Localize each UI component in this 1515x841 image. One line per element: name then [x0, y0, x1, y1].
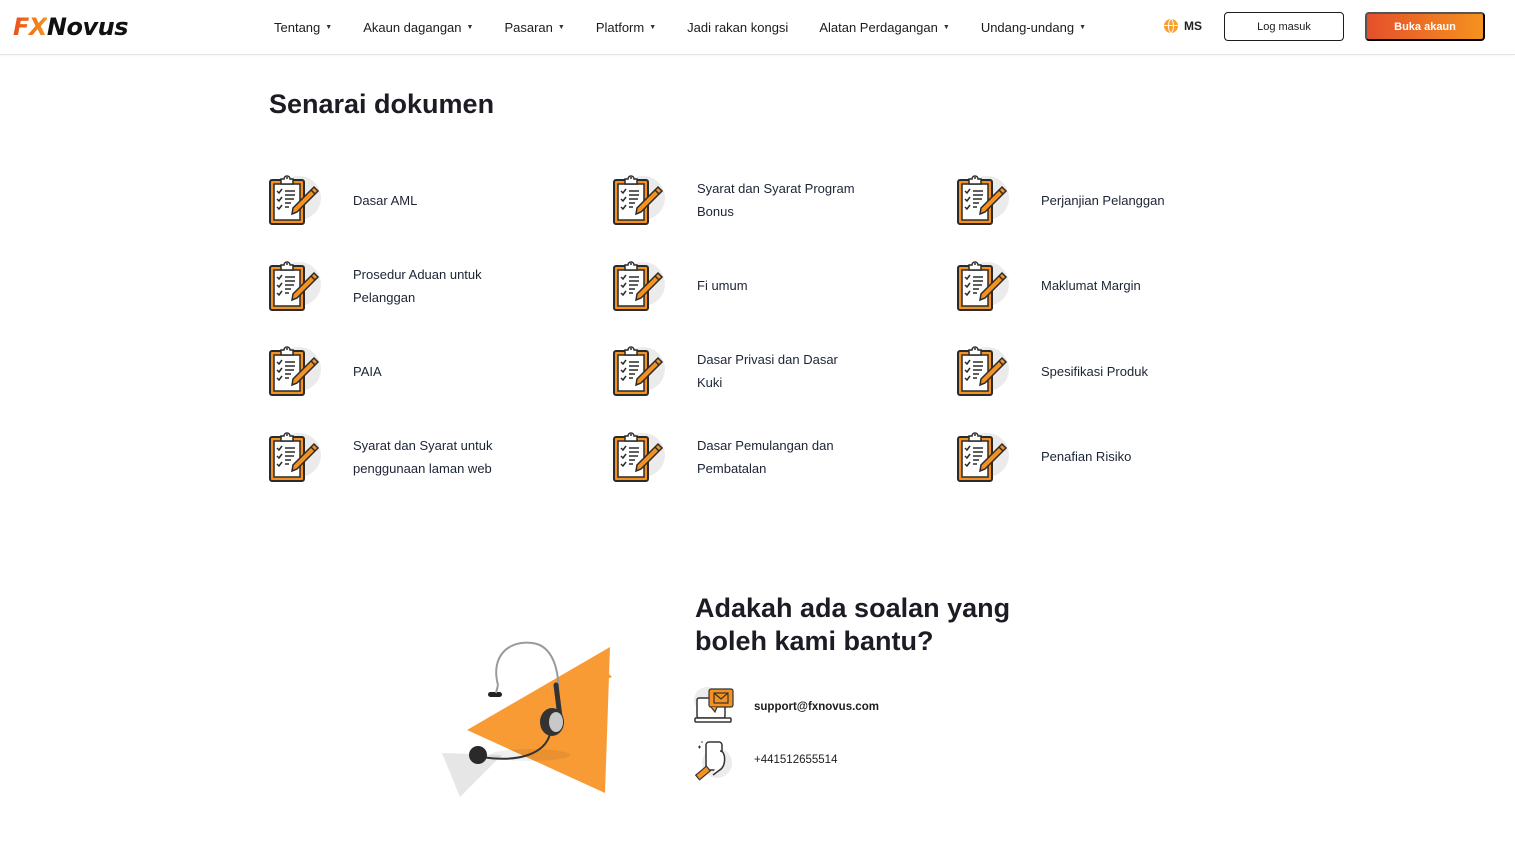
document-link[interactable]: PAIA: [267, 336, 611, 406]
clipboard-checklist-icon: [611, 258, 667, 314]
caret-down-icon: ▼: [1079, 24, 1086, 31]
nav-item-pasaran[interactable]: Pasaran ▼: [504, 20, 564, 35]
support-email-link[interactable]: support@fxnovus.com: [693, 686, 879, 728]
document-link[interactable]: Fi umum: [611, 251, 955, 321]
nav-item-label: Undang-undang: [980, 20, 1075, 35]
clipboard-checklist-icon: [267, 343, 323, 399]
nav-item-jadi-rakan-kongsi[interactable]: Jadi rakan kongsi: [687, 20, 788, 35]
nav-item-akaun-dagangan[interactable]: Akaun dagangan ▼: [363, 20, 473, 35]
clipboard-checklist-icon: [267, 258, 323, 314]
nav-item-label: Jadi rakan kongsi: [687, 20, 789, 35]
main-nav: Tentang ▼ Akaun dagangan ▼ Pasaran ▼ Platform ▼…: [274, 0, 1117, 55]
support-phone: +441512655514: [754, 754, 838, 766]
document-label: Dasar AML: [353, 192, 418, 208]
caret-down-icon: ▼: [466, 24, 474, 31]
document-link[interactable]: Spesifikasi Produk: [955, 336, 1267, 406]
clipboard-checklist-icon: [611, 343, 667, 399]
phone-hand-icon: [693, 739, 735, 781]
headset-illustration: [440, 635, 620, 805]
open-account-button[interactable]: Buka akaun: [1365, 12, 1485, 41]
caret-down-icon: ▼: [325, 24, 333, 31]
caret-down-icon: ▼: [942, 24, 950, 31]
document-label: Penafian Risiko: [1041, 449, 1132, 464]
document-label: Syarat dan Syarat Program Bonus: [697, 181, 855, 219]
nav-item-tentang[interactable]: Tentang ▼: [274, 20, 332, 35]
document-label: Dasar Privasi dan Dasar Kuki: [697, 352, 838, 390]
document-label: Dasar Pemulangan dan Pembatalan: [697, 437, 834, 476]
document-label: Perjanjian Pelanggan: [1041, 192, 1165, 208]
nav-item-label: Platform: [595, 20, 645, 35]
nav-item-label: Pasaran: [504, 20, 553, 35]
nav-item-undang-undang[interactable]: Undang-undang ▼: [981, 20, 1086, 35]
document-label: Syarat dan Syarat untuk penggunaan laman…: [353, 437, 493, 476]
document-label: Maklumat Margin: [1041, 278, 1141, 293]
nav-item-label: Alatan Perdagangan: [819, 20, 938, 35]
contact-title: Adakah ada soalan yang boleh kami bantu?: [695, 593, 1011, 656]
logo-fx: FX: [13, 13, 47, 41]
fxnovus-logo[interactable]: FX Novus: [13, 13, 129, 41]
document-link[interactable]: Penafian Risiko: [955, 422, 1267, 492]
nav-item-platform[interactable]: Platform ▼: [596, 20, 656, 35]
document-label: Prosedur Aduan untuk Pelanggan: [353, 266, 482, 305]
logo-novus: Novus: [46, 13, 129, 41]
document-link[interactable]: Prosedur Aduan untuk Pelanggan: [267, 251, 611, 321]
clipboard-checklist-icon: [955, 343, 1011, 399]
document-link[interactable]: Maklumat Margin: [955, 251, 1267, 321]
support-phone-link[interactable]: +441512655514: [693, 739, 837, 781]
language-code: MS: [1184, 19, 1202, 33]
document-link[interactable]: Dasar Privasi dan Dasar Kuki: [611, 336, 955, 406]
clipboard-checklist-icon: [267, 429, 323, 485]
documents-grid: Dasar AML Syarat dan Syarat Program Bonu…: [267, 165, 1267, 507]
document-link[interactable]: Syarat dan Syarat Program Bonus: [611, 165, 955, 235]
document-label: Spesifikasi Produk: [1041, 363, 1148, 379]
clipboard-checklist-icon: [267, 172, 323, 228]
caret-down-icon: ▼: [557, 24, 565, 31]
document-label: Fi umum: [697, 278, 748, 293]
document-link[interactable]: Dasar AML: [267, 165, 611, 235]
clipboard-checklist-icon: [611, 172, 667, 228]
globe-icon: [1164, 19, 1178, 33]
caret-down-icon: ▼: [649, 24, 657, 31]
document-label: PAIA: [353, 363, 382, 379]
document-link[interactable]: Perjanjian Pelanggan: [955, 165, 1267, 235]
document-link[interactable]: Syarat dan Syarat untuk penggunaan laman…: [267, 422, 611, 492]
clipboard-checklist-icon: [611, 429, 667, 485]
clipboard-checklist-icon: [955, 172, 1011, 228]
email-laptop-icon: [693, 686, 735, 728]
support-email: support@fxnovus.com: [754, 701, 879, 713]
clipboard-checklist-icon: [955, 258, 1011, 314]
nav-item-label: Akaun dagangan: [363, 20, 462, 35]
document-link[interactable]: Dasar Pemulangan dan Pembatalan: [611, 422, 955, 492]
documents-title: Senarai dokumen: [269, 89, 495, 119]
nav-item-alatan-perdagangan[interactable]: Alatan Perdagangan ▼: [819, 20, 949, 35]
nav-item-label: Tentang: [274, 20, 321, 35]
login-button[interactable]: Log masuk: [1224, 12, 1344, 41]
site-header: FX Novus Tentang ▼ Akaun dagangan ▼ Pasaran ▼ P…: [0, 0, 1515, 55]
language-selector[interactable]: MS: [1164, 19, 1202, 33]
clipboard-checklist-icon: [955, 429, 1011, 485]
